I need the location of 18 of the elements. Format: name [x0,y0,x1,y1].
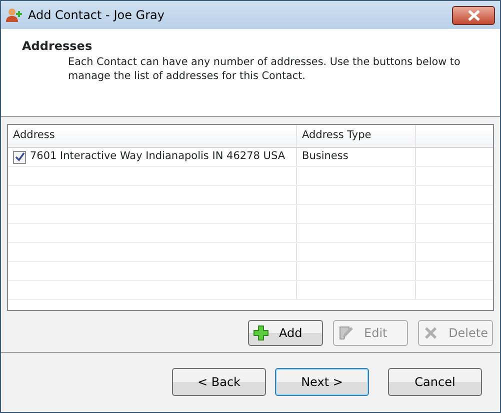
wizard-button[interactable]: Cancel [388,368,482,396]
wizard-button[interactable]: < Back [172,368,266,396]
plus-icon [253,325,269,341]
column-header: Address [8,125,297,147]
pencil-icon [338,325,354,341]
add-button[interactable]: Add [248,320,323,346]
table-cell-text: 7601 Interactive Way Indianapolis IN 46278 USA [30,149,285,164]
contact-add-icon [6,7,22,23]
close-icon [466,10,480,20]
table-cell: Business [297,148,416,166]
description-text: Each Contact can have any number of addresses. Use the buttons below to manage the list of addresses for this Contact. [67,55,462,83]
x-icon [423,325,439,341]
window-title: Add Contact - Joe Gray [28,7,164,24]
wizard-button[interactable]: Next > [275,368,369,396]
close-button[interactable] [452,6,495,24]
column-header: Address Type [297,125,416,147]
row-checkbox[interactable] [13,150,26,164]
section-title: Addresses [22,38,94,55]
